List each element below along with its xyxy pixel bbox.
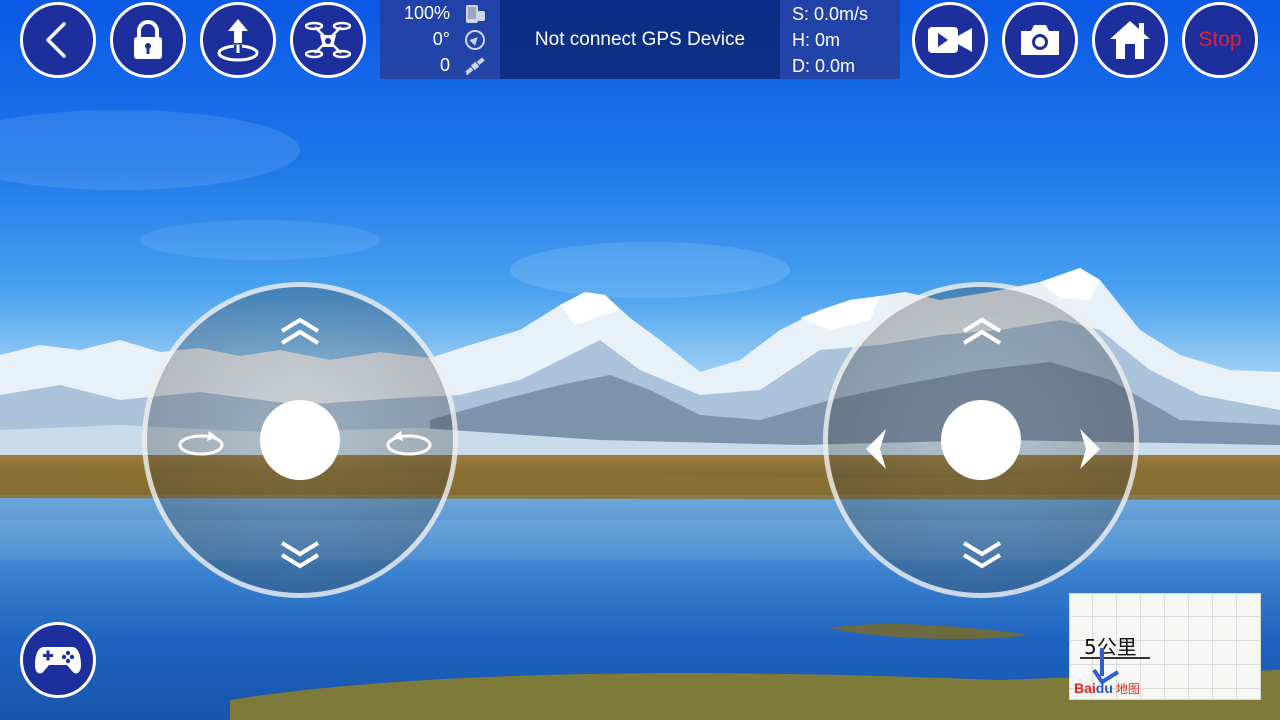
left-joystick[interactable] (142, 282, 458, 598)
camera-icon (1021, 25, 1059, 55)
move-right-icon (1080, 429, 1100, 469)
stop-button[interactable]: Stop (1182, 2, 1258, 78)
home-button[interactable] (1092, 2, 1168, 78)
gamepad-button[interactable] (20, 622, 96, 698)
heading-row: 0° (380, 27, 500, 53)
height-value: H: 0m (792, 30, 841, 50)
rotate-left-icon (178, 431, 224, 456)
throttle-down-icon (280, 541, 320, 569)
take-photo-button[interactable] (1002, 2, 1078, 78)
heading-value: 0° (432, 29, 450, 49)
battery-row: 100% (380, 1, 500, 27)
battery-value: 100% (403, 3, 450, 23)
right-joystick[interactable] (823, 282, 1139, 598)
map-logo-du: du (1095, 680, 1113, 696)
phone-battery-icon (466, 5, 485, 23)
speed-value: S: 0.0m/s (792, 4, 869, 24)
backward-icon (962, 541, 1002, 569)
compass-icon (465, 30, 485, 50)
drone-mode-button[interactable] (290, 2, 366, 78)
satellite-count: 0 (439, 55, 450, 75)
home-icon (1110, 21, 1150, 59)
move-left-icon (866, 429, 886, 469)
rotate-right-icon (386, 431, 432, 456)
video-camera-icon (928, 27, 972, 53)
gps-status-message: Not connect GPS Device (500, 0, 780, 79)
takeoff-icon (217, 19, 259, 62)
map-logo-ditu: 地图 (1115, 682, 1140, 696)
left-joystick-thumb[interactable] (260, 400, 340, 480)
stop-label: Stop (1198, 28, 1242, 51)
mini-map[interactable]: 5公里 Baidu 地图 (1069, 593, 1261, 700)
telemetry-panel-right: S: 0.0m/s H: 0m D: 0.0m (780, 0, 900, 79)
right-joystick-thumb[interactable] (941, 400, 1021, 480)
gamepad-icon (35, 647, 81, 674)
takeoff-button[interactable] (200, 2, 276, 78)
satellite-icon (465, 57, 485, 76)
throttle-up-icon (280, 317, 320, 345)
distance-value: D: 0.0m (792, 56, 856, 76)
baidu-map-logo: Baidu 地图 (1074, 680, 1140, 697)
map-logo-bai: Bai (1074, 680, 1096, 696)
forward-icon (962, 317, 1002, 345)
record-video-button[interactable] (912, 2, 988, 78)
lock-icon (134, 20, 162, 59)
back-button[interactable] (20, 2, 96, 78)
telemetry-panel-left: 100% 0° 0 (380, 0, 500, 79)
lock-button[interactable] (110, 2, 186, 78)
satellite-row: 0 (380, 53, 500, 79)
chevron-left-icon (46, 22, 66, 58)
drone-icon (305, 21, 351, 59)
